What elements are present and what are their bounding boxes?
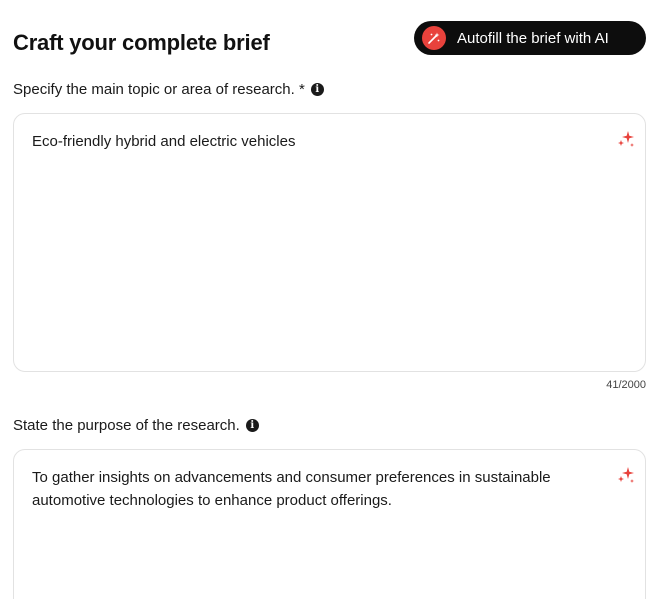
purpose-label: State the purpose of the research. i — [13, 417, 259, 434]
purpose-label-text: State the purpose of the research. — [13, 417, 240, 434]
sparkle-icon[interactable] — [615, 128, 637, 150]
info-icon[interactable]: i — [310, 83, 324, 96]
topic-value: Eco-friendly hybrid and electric vehicle… — [32, 133, 296, 150]
topic-label: Specify the main topic or area of resear… — [13, 81, 324, 98]
autofill-ai-button[interactable]: Autofill the brief with AI — [414, 21, 646, 55]
purpose-value: To gather insights on advancements and c… — [32, 469, 551, 509]
autofill-ai-label: Autofill the brief with AI — [457, 29, 609, 47]
magic-wand-icon — [422, 26, 446, 50]
topic-char-counter: 41/2000 — [606, 379, 646, 391]
sparkle-icon[interactable] — [615, 464, 637, 486]
page-title: Craft your complete brief — [13, 30, 270, 55]
info-icon[interactable]: i — [245, 419, 259, 432]
topic-textarea[interactable]: Eco-friendly hybrid and electric vehicle… — [13, 113, 646, 372]
topic-label-text: Specify the main topic or area of resear… — [13, 81, 305, 98]
purpose-textarea[interactable]: To gather insights on advancements and c… — [13, 449, 646, 599]
